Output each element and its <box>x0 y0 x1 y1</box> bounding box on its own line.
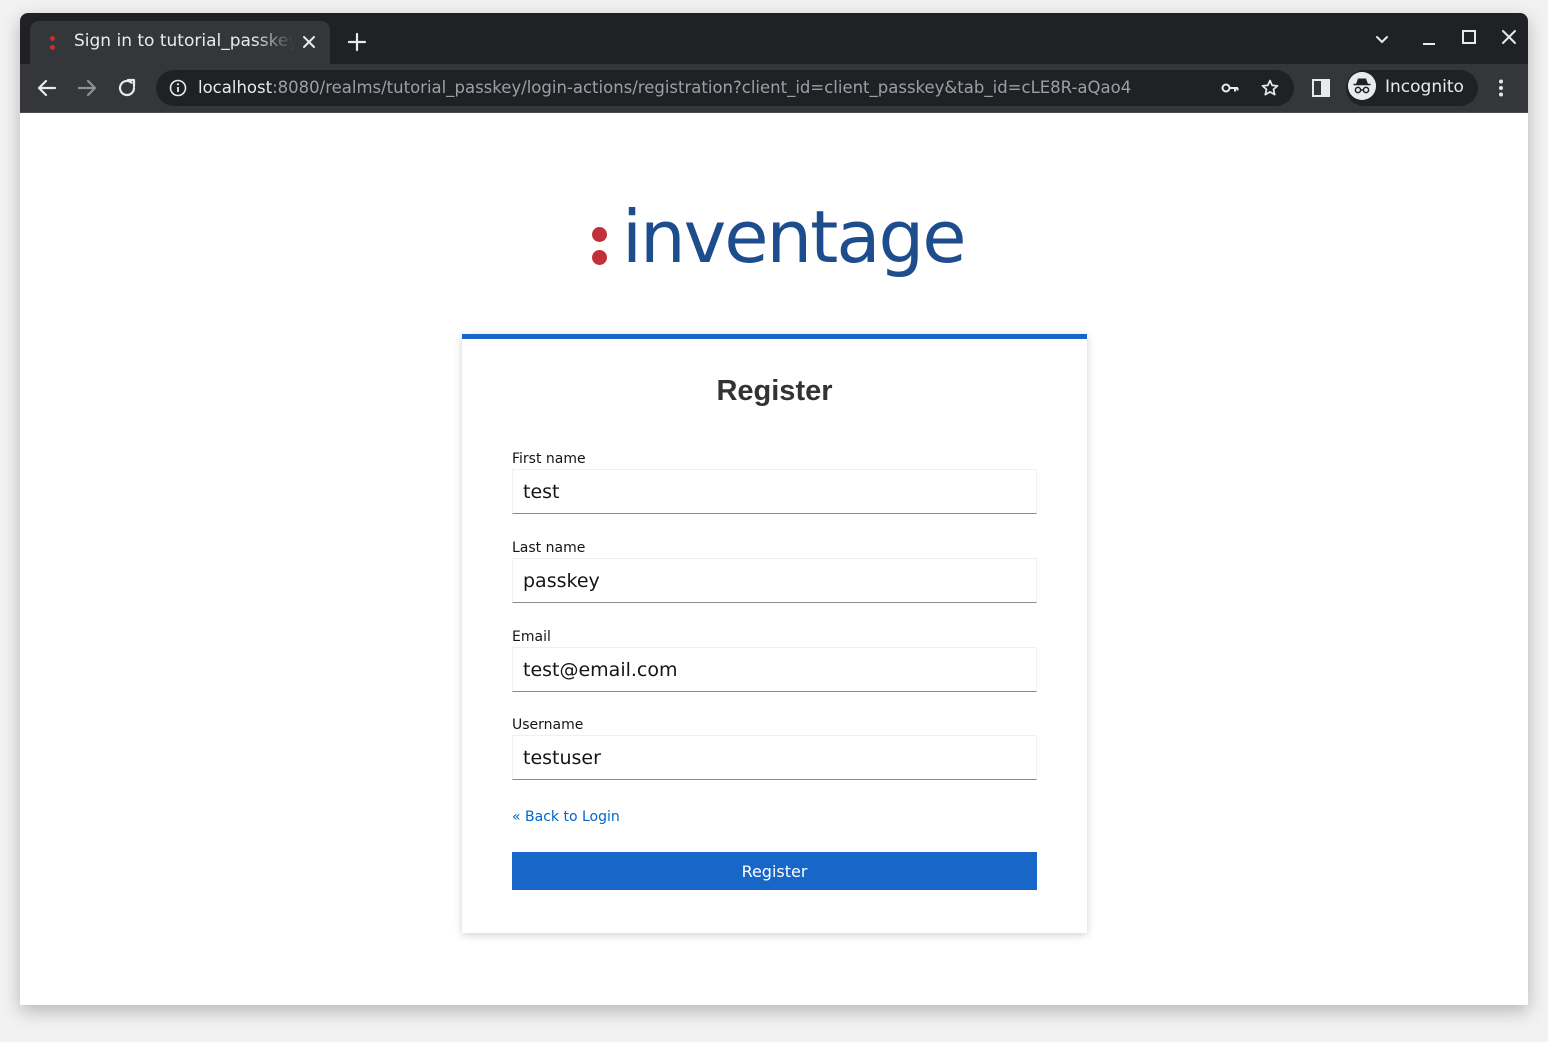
username-input[interactable] <box>512 735 1037 780</box>
address-bar[interactable]: localhost:8080/realms/tutorial_passkey/l… <box>156 70 1294 106</box>
first-name-input[interactable] <box>512 469 1037 514</box>
tab-title: Sign in to tutorial_passkey <box>74 31 294 51</box>
logo-text: inventage <box>622 195 967 279</box>
back-to-login-link[interactable]: « Back to Login <box>512 809 620 825</box>
reload-icon[interactable] <box>115 76 139 100</box>
key-icon[interactable] <box>1220 78 1240 98</box>
logo-dot-top <box>592 227 607 242</box>
tab-search-chevron-down-icon[interactable] <box>1372 29 1392 49</box>
browser-window: Sign in to tutorial_passkey localhost:80… <box>20 13 1528 1005</box>
new-tab-icon[interactable] <box>346 31 368 53</box>
site-info-icon[interactable] <box>168 78 188 98</box>
last-name-input[interactable] <box>512 558 1037 603</box>
more-options-icon[interactable] <box>1489 76 1513 100</box>
logo-dot-bottom <box>592 250 607 265</box>
username-label: Username <box>512 717 584 733</box>
browser-toolbar: localhost:8080/realms/tutorial_passkey/l… <box>20 64 1528 113</box>
bookmark-star-icon[interactable] <box>1260 78 1280 98</box>
side-panel-icon[interactable] <box>1309 76 1333 100</box>
email-label: Email <box>512 629 551 645</box>
url-host: localhost <box>198 78 273 97</box>
forward-arrow-icon[interactable] <box>75 76 99 100</box>
maximize-icon[interactable] <box>1459 27 1479 47</box>
page-title: Register <box>716 375 833 407</box>
inventage-favicon-icon <box>50 35 56 51</box>
email-input[interactable] <box>512 647 1037 692</box>
incognito-profile-button[interactable]: Incognito <box>1346 70 1478 106</box>
inventage-logo: inventage <box>588 195 968 293</box>
close-window-icon[interactable] <box>1499 27 1519 47</box>
first-name-label: First name <box>512 451 586 467</box>
minimize-icon[interactable] <box>1419 29 1439 49</box>
close-tab-icon[interactable] <box>300 33 318 51</box>
tab-strip: Sign in to tutorial_passkey <box>20 13 1528 64</box>
back-arrow-icon[interactable] <box>35 76 59 100</box>
incognito-icon <box>1348 72 1376 100</box>
page-content: inventage Register First name Last name … <box>20 113 1528 1005</box>
incognito-label: Incognito <box>1385 77 1464 97</box>
url-path: :8080/realms/tutorial_passkey/login-acti… <box>272 78 1132 97</box>
url-text[interactable]: localhost:8080/realms/tutorial_passkey/l… <box>198 78 1131 97</box>
last-name-label: Last name <box>512 540 586 556</box>
register-card: Register First name Last name Email User… <box>462 334 1087 933</box>
register-button[interactable]: Register <box>512 852 1037 890</box>
browser-tab[interactable]: Sign in to tutorial_passkey <box>30 21 330 64</box>
